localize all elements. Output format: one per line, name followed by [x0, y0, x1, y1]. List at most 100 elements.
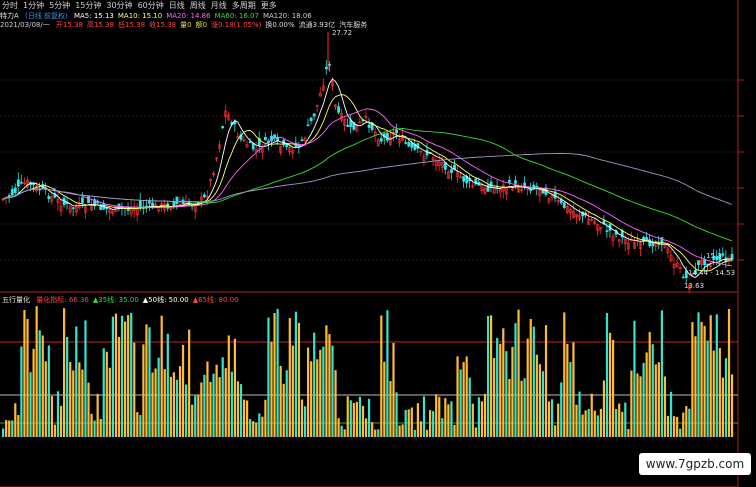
indicator-bar [300, 399, 304, 437]
indicator-bar [200, 382, 203, 437]
indicator-bar [486, 315, 490, 437]
indicator-bar [66, 336, 69, 437]
indicator-bar [703, 325, 706, 437]
indicator-bar [267, 317, 270, 437]
indicator-bar [230, 371, 233, 437]
indicator-bar [181, 344, 185, 437]
indicator-bar [294, 311, 297, 437]
indicator-bar [587, 408, 590, 437]
indicator-bar [96, 393, 99, 437]
indicator-bar [334, 370, 337, 437]
indicator-bar [627, 428, 630, 437]
indicator-item-3: ▲65线: 80.00 [192, 296, 239, 304]
indicator-bar [566, 343, 569, 437]
indicator-bar [727, 309, 731, 437]
indicator-bar [441, 418, 444, 437]
indicator-bar [551, 399, 554, 437]
indicator-bar [252, 421, 255, 437]
indicator-bar [169, 376, 172, 437]
indicator-bar [14, 403, 17, 437]
candle-body [367, 124, 371, 128]
indicator-bar [313, 332, 316, 437]
indicator-bar [538, 364, 541, 437]
indicator-bar [227, 335, 230, 437]
candle-body [172, 201, 176, 206]
indicator-bar [666, 415, 670, 437]
candle-body [309, 117, 313, 122]
indicator-bar [53, 424, 57, 437]
candle-body [19, 181, 23, 184]
indicator-bar [612, 339, 615, 437]
indicator-bar [444, 398, 447, 437]
indicator-item-0: 量化指标: 66.36 [36, 296, 89, 304]
indicator-bar [111, 316, 114, 437]
indicator-bar [459, 369, 462, 437]
indicator-bar [392, 342, 395, 437]
indicator-bar [407, 409, 410, 437]
indicator-bar [355, 401, 358, 437]
indicator-bar [557, 403, 560, 437]
indicator-bar [676, 416, 679, 437]
candle-body [337, 106, 341, 113]
indicator-bar [166, 333, 169, 437]
indicator-bar [535, 354, 538, 437]
indicator-bar [432, 411, 435, 437]
indicator-bar [145, 324, 148, 437]
indicator-bar [38, 330, 41, 437]
indicator-bar [2, 428, 5, 437]
indicator-bar [264, 399, 267, 437]
indicator-bar [386, 310, 389, 437]
indicator-bar [377, 429, 380, 437]
indicator-bar [32, 348, 35, 437]
indicator-bar [148, 327, 151, 437]
watermark: www.7gpzb.com [639, 453, 751, 475]
candle-body [7, 195, 11, 197]
indicator-bar [438, 396, 441, 437]
indicator-bar [5, 420, 8, 437]
high-label: 27.72 [332, 29, 352, 37]
candle-body [605, 230, 609, 232]
indicator-bar [688, 408, 691, 437]
candle-body [651, 243, 655, 247]
indicator-bar [328, 334, 331, 437]
indicator-bar [721, 377, 724, 437]
indicator-bar [258, 413, 261, 437]
indicator-bar [474, 427, 477, 437]
indicator-bar [554, 425, 557, 437]
candle-body [263, 136, 267, 141]
indicator-bar [608, 332, 612, 437]
indicator-bar [255, 422, 258, 437]
indicator-bar [56, 391, 60, 437]
indicator-bar [273, 313, 276, 437]
indicator-bar [20, 346, 23, 437]
candle-body [203, 194, 206, 198]
indicator-bar [285, 370, 288, 437]
indicator-bar [279, 365, 282, 437]
indicator-bar [563, 312, 566, 437]
indicator-bar [102, 348, 105, 437]
ma120-line [2, 153, 733, 205]
indicator-bar [337, 418, 340, 437]
indicator-bar [590, 393, 593, 437]
indicator-bar [541, 371, 545, 437]
indicator-bar [429, 410, 432, 437]
indicator-bar [81, 369, 84, 437]
indicator-bar [572, 342, 575, 437]
indicator-bar [371, 422, 374, 437]
indicator-bar [93, 420, 96, 437]
indicator-bar [505, 351, 508, 437]
candle-body [346, 124, 350, 127]
indicator-bar [368, 398, 371, 437]
candle-body [450, 169, 453, 173]
indicator-bar [316, 359, 319, 437]
indicator-bar [520, 380, 523, 437]
candle-body [529, 189, 533, 192]
kline-chart[interactable]: 27.72 13.63 15.3 14.44 - 14.53 [0, 0, 756, 487]
indicator-bar [483, 393, 487, 437]
candle-body [300, 139, 304, 142]
indicator-bar [44, 361, 47, 437]
candle-body [379, 138, 383, 142]
indicator-bar [154, 368, 157, 437]
ma10-line [2, 94, 732, 272]
indicator-bar [127, 315, 130, 437]
